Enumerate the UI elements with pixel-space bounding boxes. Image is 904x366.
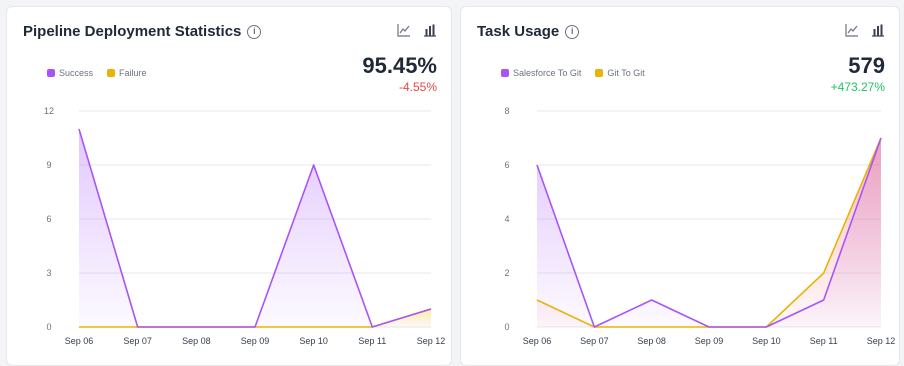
line-chart: 0 2 4 6 8 Sep 06 Sep 07 Sep 08 Sep 09 Sep 10 Sep 1… — [504, 106, 896, 346]
pipeline-deployment-card: Pipeline Deployment Statistics i 95.45% … — [6, 6, 452, 366]
x-tick-label: Sep 11 — [358, 336, 386, 346]
y-tick-label: 6 — [46, 214, 51, 224]
y-tick-label: 12 — [44, 106, 54, 116]
x-tick-label: Sep 08 — [637, 336, 666, 346]
x-tick-label: Sep 07 — [580, 336, 609, 346]
series-area — [79, 129, 431, 327]
line-chart: 0 3 6 9 12 Sep 06 Sep 07 Sep 08 Sep 09 Sep 10 Sep … — [44, 106, 446, 346]
y-tick-label: 8 — [504, 106, 509, 116]
x-tick-label: Sep 10 — [752, 336, 781, 346]
y-tick-label: 0 — [46, 322, 51, 332]
y-tick-label: 9 — [46, 160, 51, 170]
x-tick-label: Sep 11 — [810, 336, 838, 346]
series-line[interactable] — [78, 128, 432, 328]
x-tick-label: Sep 08 — [182, 336, 211, 346]
x-tick-label: Sep 09 — [241, 336, 270, 346]
y-tick-label: 6 — [504, 160, 509, 170]
series-area — [537, 138, 881, 327]
y-tick-label: 3 — [46, 268, 51, 278]
task-usage-card: Task Usage i 579 +473.27% Salesforce To … — [460, 6, 900, 366]
x-tick-label: Sep 12 — [867, 336, 896, 346]
x-tick-label: Sep 07 — [123, 336, 152, 346]
x-tick-label: Sep 06 — [523, 336, 552, 346]
x-tick-label: Sep 06 — [65, 336, 94, 346]
y-tick-label: 2 — [504, 268, 509, 278]
y-tick-label: 0 — [504, 322, 509, 332]
x-tick-label: Sep 12 — [417, 336, 446, 346]
x-tick-label: Sep 09 — [695, 336, 724, 346]
y-tick-label: 4 — [504, 214, 509, 224]
x-tick-label: Sep 10 — [299, 336, 328, 346]
